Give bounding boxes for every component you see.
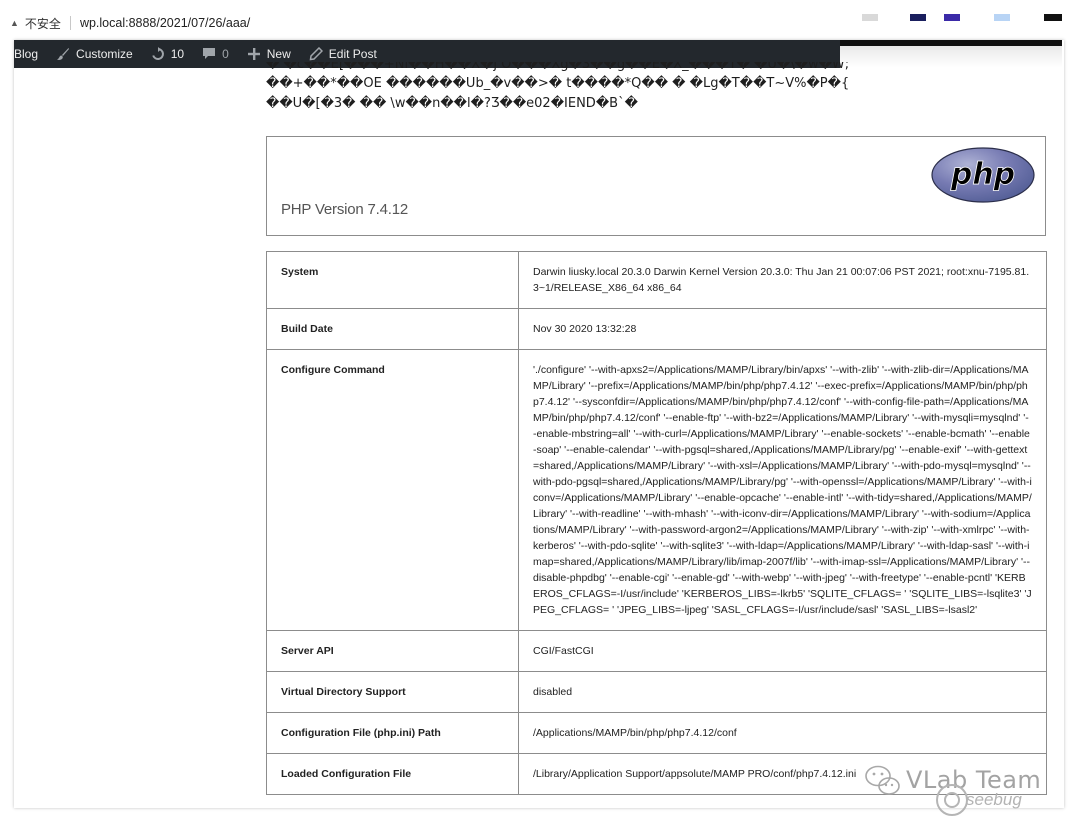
phpinfo-header: PHP Version 7.4.12 php — [266, 136, 1046, 236]
admin-bar-edit-post[interactable]: Edit Post — [309, 47, 377, 61]
row-key: Loaded Configuration File — [266, 753, 519, 795]
binary-output-text: � �c��E[���+Nl��H��X�j O���Xg�3��g��E�X_… — [266, 62, 848, 114]
swatch-lightblue — [994, 14, 1010, 21]
row-key: Server API — [266, 630, 519, 672]
screenshot-frame: ▲ 不安全 wp.local:8888/2021/07/26/aaa/ Blog… — [0, 0, 1080, 825]
table-row: System Darwin liusky.local 20.3.0 Darwin… — [266, 251, 1047, 309]
table-row: Configure Command './configure' '--with-… — [266, 349, 1047, 631]
row-value: Darwin liusky.local 20.3.0 Darwin Kernel… — [518, 251, 1047, 309]
admin-bar-customize[interactable]: Customize — [56, 47, 133, 61]
php-version-title: PHP Version 7.4.12 — [281, 201, 409, 218]
row-key: Configuration File (php.ini) Path — [266, 712, 519, 754]
wechat-icon — [865, 765, 900, 795]
frame-left-edge — [0, 40, 14, 825]
row-value: disabled — [518, 671, 1047, 713]
edit-post-label: Edit Post — [328, 47, 377, 61]
admin-bar-updates[interactable]: 10 — [151, 47, 184, 61]
comment-bubble-icon — [202, 47, 216, 61]
admin-bar-comments[interactable]: 0 — [202, 47, 229, 61]
address-bar[interactable]: ▲ 不安全 wp.local:8888/2021/07/26/aaa/ — [0, 8, 840, 38]
swatch-navy — [910, 14, 926, 21]
admin-bar-new[interactable]: New — [247, 47, 291, 61]
row-key: Virtual Directory Support — [266, 671, 519, 713]
row-key: Configure Command — [266, 349, 519, 631]
binary-line: ��+��*��OE ������Ub_�v��>� t����*Q�� � �… — [266, 76, 848, 91]
table-row: Virtual Directory Support disabled — [266, 671, 1047, 713]
security-label: 不安全 — [24, 16, 61, 31]
refresh-icon — [151, 47, 165, 61]
row-value: Nov 30 2020 13:32:28 — [518, 308, 1047, 350]
site-label: Blog — [14, 47, 39, 61]
binary-line: � �c��E[���+Nl��H��X�j O���Xg�3��g��E�X_… — [266, 62, 848, 72]
address-divider — [69, 16, 71, 30]
seebug-logo-icon — [936, 784, 968, 816]
pencil-icon — [309, 47, 323, 61]
binary-line: ��U�[�3� �� \w��n��l�?Ʒ��e02�IEND�B`� — [266, 96, 638, 111]
frame-right-edge — [1064, 40, 1080, 825]
swatch-grey — [862, 14, 878, 21]
watermark: VLab Team seebug — [862, 762, 1062, 822]
url-text[interactable]: wp.local:8888/2021/07/26/aaa/ — [80, 16, 250, 30]
row-value: /Applications/MAMP/bin/php/php7.4.12/con… — [518, 712, 1047, 754]
updates-count: 10 — [170, 47, 185, 61]
row-value: './configure' '--with-apxs2=/Application… — [518, 349, 1047, 631]
swatch-purple — [944, 14, 960, 21]
warning-triangle-icon: ▲ — [10, 18, 19, 28]
toolbar-extension-icons — [840, 14, 1062, 21]
admin-bar-site[interactable]: Blog — [14, 47, 38, 61]
plus-icon — [247, 47, 261, 61]
admin-bar-right-fade — [840, 46, 1062, 68]
phpinfo-table: System Darwin liusky.local 20.3.0 Darwin… — [266, 251, 1047, 795]
php-logo-text: php — [950, 157, 1015, 192]
row-key: System — [266, 251, 519, 309]
row-key: Build Date — [266, 308, 519, 350]
row-value: CGI/FastCGI — [518, 630, 1047, 672]
security-indicator[interactable]: ▲ 不安全 — [10, 15, 61, 32]
watermark-subtitle: seebug — [966, 790, 1022, 809]
swatch-black — [1044, 14, 1062, 21]
paintbrush-icon — [56, 47, 70, 61]
table-row: Build Date Nov 30 2020 13:32:28 — [266, 308, 1047, 350]
comments-count: 0 — [222, 47, 229, 61]
php-logo-icon: php — [931, 147, 1035, 203]
new-label: New — [266, 47, 291, 61]
table-row: Server API CGI/FastCGI — [266, 630, 1047, 672]
customize-label: Customize — [76, 47, 133, 61]
table-row: Configuration File (php.ini) Path /Appli… — [266, 712, 1047, 754]
